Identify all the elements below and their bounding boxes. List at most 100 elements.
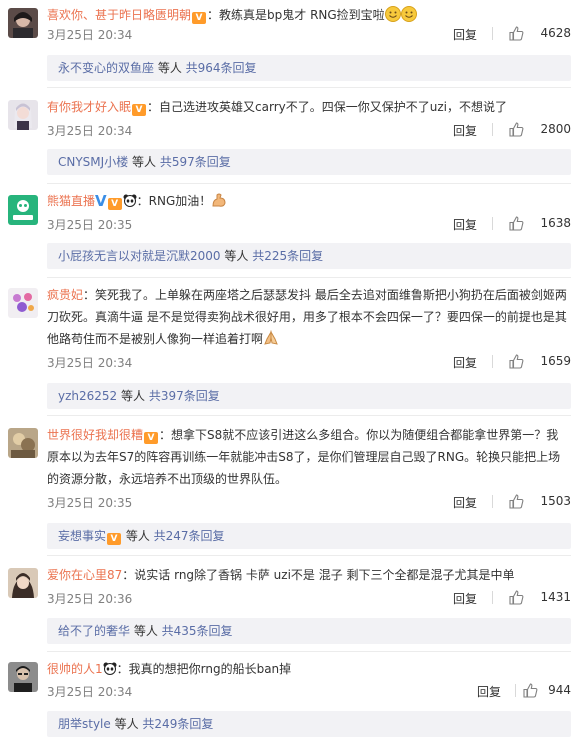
reply-button[interactable]: 回复 <box>453 26 477 43</box>
comment-username[interactable]: 有你我才好入眠 <box>47 100 131 114</box>
separator <box>492 27 493 40</box>
separator <box>492 217 493 230</box>
divider <box>47 555 571 556</box>
flexed-biceps-emoji-icon <box>212 193 226 207</box>
reply-button[interactable]: 回复 <box>453 494 477 511</box>
comment-username[interactable]: 世界很好我却很糟 <box>47 428 143 442</box>
divider <box>47 183 571 184</box>
vip-member-badge-icon: V <box>107 198 122 210</box>
like-button[interactable]: 2800 <box>509 122 571 138</box>
reply-preview: 永不变心的双鱼座 等人 共964条回复 <box>47 55 571 81</box>
reply-preview-username[interactable]: 永不变心的双鱼座 <box>58 61 154 75</box>
reply-preview-username[interactable]: 朋举style <box>58 717 111 731</box>
comment-username[interactable]: 爱你在心里87 <box>47 568 122 582</box>
comment-username[interactable]: 疯贵妃 <box>47 288 83 302</box>
reply-button[interactable]: 回复 <box>453 354 477 371</box>
reply-preview-username[interactable]: yzh26252 <box>58 389 117 403</box>
thumbs-up-icon <box>509 590 524 605</box>
reply-preview: 给不了的奢华 等人 共435条回复 <box>47 618 571 644</box>
reply-preview-text: 等人 <box>128 155 160 169</box>
comment-body: 喜欢你、甚于昨日略匮明朝 V ：教练真是bp鬼才 RNG捡到宝啦 <box>47 4 569 26</box>
thumbs-up-icon <box>509 26 524 41</box>
like-count: 1431 <box>540 590 571 604</box>
reply-preview-username[interactable]: 小屁孩无言以对就是沉默2000 <box>58 249 221 263</box>
like-button[interactable]: 1431 <box>509 590 571 606</box>
reply-preview-username[interactable]: 给不了的奢华 <box>58 624 130 638</box>
comment-username[interactable]: 熊猫直播 <box>47 194 95 208</box>
like-count: 944 <box>548 683 571 697</box>
comment-timestamp: 3月25日 20:34 <box>47 124 133 138</box>
comment-username[interactable]: 喜欢你、甚于昨日略匮明朝 <box>47 8 191 22</box>
avatar[interactable] <box>8 288 38 318</box>
reply-count-link[interactable]: 共435条回复 <box>162 624 233 638</box>
reply-preview: CNYSMJ小楼 等人 共597条回复 <box>47 149 571 175</box>
reply-button[interactable]: 回复 <box>477 683 501 700</box>
comment-body: 很帅的人1 ：我真的想把你rng的船长ban掉 <box>47 658 569 680</box>
comment-text: ：说实话 rng除了香锅 卡萨 uzi不是 混子 剩下三个全都是混子尤其是中单 <box>122 568 515 582</box>
reply-preview-username[interactable]: 妄想事实 <box>58 529 106 543</box>
reply-preview-text: 等人 <box>154 61 186 75</box>
reply-count-link[interactable]: 共225条回复 <box>252 249 323 263</box>
comment-meta: 3月25日 20:34 回复 2800 <box>47 122 571 138</box>
reply-count-link[interactable]: 共397条回复 <box>149 389 220 403</box>
comment-body: 有你我才好入眠 V ：自己选进攻英雄又carry不了。四保一你又保护不了uzi，不想… <box>47 96 569 118</box>
comment-meta: 3月25日 20:35 回复 1503 <box>47 494 571 510</box>
avatar[interactable] <box>8 568 38 598</box>
thumbs-up-icon <box>523 683 538 698</box>
comment-meta: 3月25日 20:34 回复 1659 <box>47 354 571 370</box>
like-count: 4628 <box>540 26 571 40</box>
smile-emoji-icon <box>384 6 401 22</box>
divider <box>47 277 571 278</box>
reply-count-link[interactable]: 共597条回复 <box>160 155 231 169</box>
comment-text-line: 的资源分散，永远培养不出顶级的世界队伍。 <box>47 472 288 486</box>
comment-meta: 3月25日 20:36 回复 1431 <box>47 590 571 606</box>
avatar[interactable] <box>8 100 38 130</box>
comment-timestamp: 3月25日 20:36 <box>47 592 133 606</box>
comment-text-line: 原本以为去年S7的阵容再训练一年就能冲击S8了，是你们管理层自己毁了RNG。轮换… <box>47 450 561 464</box>
like-count: 1638 <box>540 216 571 230</box>
comment-meta: 3月25日 20:34 回复 4628 <box>47 26 571 42</box>
comment-body: 疯贵妃：笑死我了。上单躲在两座塔之后瑟瑟发抖 最后全去追对面维鲁斯把小狗扔在后面… <box>47 284 569 350</box>
like-button[interactable]: 1503 <box>509 494 571 510</box>
comment-text-line: 他路苟住而不是被别人像狗一样追着打啊 <box>47 332 264 346</box>
like-button[interactable]: 944 <box>523 683 571 699</box>
reply-button[interactable]: 回复 <box>453 122 477 139</box>
smile-emoji-icon <box>400 6 417 22</box>
avatar[interactable] <box>8 662 38 692</box>
reply-count-link[interactable]: 共247条回复 <box>154 529 225 543</box>
comment-text: ：RNG加油！ <box>136 194 212 208</box>
praying-hands-emoji-icon <box>264 330 278 345</box>
avatar[interactable] <box>8 195 38 225</box>
reply-preview: yzh26252 等人 共397条回复 <box>47 383 571 409</box>
vip-member-badge-icon: V <box>107 533 122 545</box>
avatar[interactable] <box>8 8 38 38</box>
comment-text: ：自己选进攻英雄又carry不了。四保一你又保护不了uzi，不想说了 <box>147 100 507 114</box>
comment-username[interactable]: 很帅的人1 <box>47 662 103 676</box>
comment-timestamp: 3月25日 20:35 <box>47 218 133 232</box>
like-count: 1659 <box>540 354 571 368</box>
blue-v-verified-icon: V <box>95 192 107 210</box>
reply-preview: 小屁孩无言以对就是沉默2000 等人 共225条回复 <box>47 243 571 269</box>
comment-meta: 3月25日 20:34 回复 944 <box>47 683 571 699</box>
separator <box>492 355 493 368</box>
comment-body: 熊猫直播V V ：RNG加油！ <box>47 190 569 212</box>
reply-button[interactable]: 回复 <box>453 216 477 233</box>
separator <box>492 591 493 604</box>
comment-body: 爱你在心里87：说实话 rng除了香锅 卡萨 uzi不是 混子 剩下三个全都是混… <box>47 564 569 586</box>
reply-preview-username[interactable]: CNYSMJ小楼 <box>58 155 128 169</box>
comment-body: 世界很好我却很糟 V ：想拿下S8就不应该引进这么多组合。你以为随便组合都能拿世界第… <box>47 424 569 490</box>
comment-text-line: ：想拿下S8就不应该引进这么多组合。你以为随便组合都能拿世界第一？我 <box>159 428 559 442</box>
comment-text-line: ：笑死我了。上单躲在两座塔之后瑟瑟发抖 最后全去追对面维鲁斯把小狗扔在后面被剑姬… <box>83 288 567 302</box>
avatar[interactable] <box>8 428 38 458</box>
thumbs-up-icon <box>509 122 524 137</box>
comment-text-line: 刀砍死。真滴牛逼 是不是觉得卖狗战术很好用，用多了根本不会四保一了？要四保一的前… <box>47 310 567 324</box>
vip-member-badge-icon: V <box>192 12 207 24</box>
reply-button[interactable]: 回复 <box>453 590 477 607</box>
like-button[interactable]: 1638 <box>509 216 571 232</box>
reply-preview-text: 等人 <box>117 389 149 403</box>
reply-preview: 妄想事实 V 等人 共247条回复 <box>47 523 571 549</box>
like-button[interactable]: 1659 <box>509 354 571 370</box>
reply-count-link[interactable]: 共249条回复 <box>142 717 213 731</box>
like-button[interactable]: 4628 <box>509 26 571 42</box>
reply-count-link[interactable]: 共964条回复 <box>186 61 257 75</box>
